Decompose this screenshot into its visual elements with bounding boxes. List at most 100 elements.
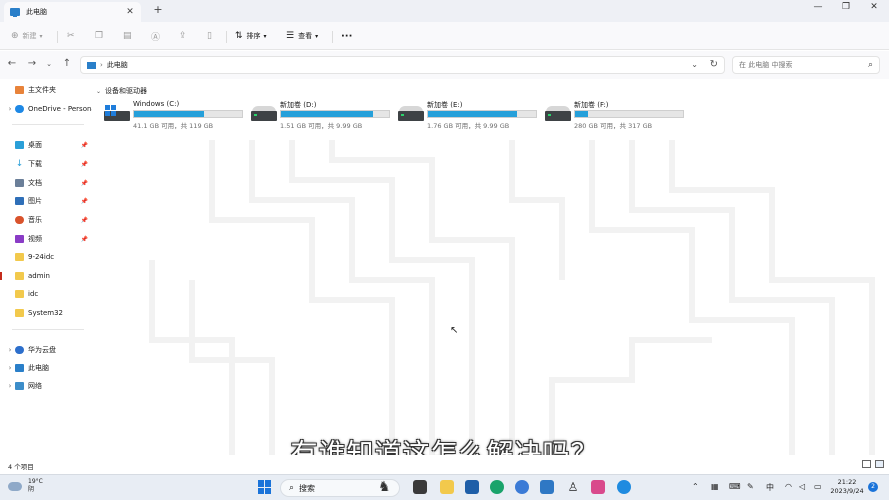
sidebar-item-9-24idc[interactable]: 9-24idc — [0, 249, 92, 265]
sidebar-item-music[interactable]: 音乐 📌 — [0, 212, 92, 228]
document-icon — [15, 179, 24, 187]
chevron-up-icon[interactable]: ⌃ — [692, 482, 699, 491]
battery-icon[interactable]: ▭ — [814, 482, 822, 491]
start-button[interactable] — [258, 480, 272, 494]
sidebar-item-network[interactable]: › 网络 — [0, 378, 92, 394]
share-button[interactable]: ⇪ — [179, 29, 191, 43]
chevron-right-icon[interactable]: › — [5, 346, 15, 354]
task-view-icon[interactable] — [413, 480, 427, 494]
new-button-label: 新建 — [22, 32, 37, 40]
pin-icon[interactable]: 📌 — [81, 198, 88, 205]
sidebar-item-this-pc[interactable]: › 此电脑 — [0, 360, 92, 376]
pin-icon[interactable]: 📌 — [81, 217, 88, 224]
divider — [226, 31, 227, 43]
browser-icon[interactable] — [515, 480, 529, 494]
notification-badge[interactable]: 2 — [868, 482, 878, 492]
volume-icon[interactable]: ◁ — [799, 482, 805, 491]
wifi-icon[interactable]: ◠ — [785, 482, 792, 491]
paste-button[interactable]: ▤ — [123, 29, 136, 43]
pin-icon[interactable]: 📌 — [81, 161, 88, 168]
chevron-right-icon[interactable]: › — [5, 364, 15, 372]
more-options-button[interactable]: ··· — [341, 29, 352, 43]
computer-icon — [15, 364, 24, 372]
clock[interactable]: 21:22 2023/9/24 — [830, 478, 864, 496]
meeting-app-icon[interactable] — [617, 480, 631, 494]
forward-button[interactable]: → — [25, 58, 39, 69]
drive-tile[interactable]: 新加卷 (D:) 1.51 GB 可用，共 9.99 GB — [251, 99, 396, 131]
chevron-right-icon[interactable]: › — [100, 61, 103, 69]
sidebar-item-label: 视频 — [28, 235, 42, 243]
tray-app-icon[interactable]: ▦ — [711, 482, 719, 491]
sidebar-item-downloads[interactable]: ↓ 下载 📌 — [0, 156, 92, 172]
close-tab-button[interactable]: ✕ — [125, 7, 135, 17]
computer-icon — [87, 61, 96, 69]
divider — [332, 31, 333, 43]
file-explorer-icon[interactable] — [440, 480, 454, 494]
refresh-button[interactable]: ↻ — [710, 59, 718, 70]
sort-icon: ⇅ — [235, 31, 243, 41]
sidebar-item-system32[interactable]: System32 — [0, 305, 92, 321]
taskbar: 19°C 阴 ⌕ 搜索 ♞ ♙ ⌃ ▦ ⌨ ✎ 中 ◠ ◁ ▭ 21:22 20… — [0, 474, 889, 500]
sidebar-item-videos[interactable]: 视频 📌 — [0, 231, 92, 247]
search-input[interactable]: 在 此电脑 中搜索 ⌕ — [732, 56, 880, 74]
sidebar-item-desktop[interactable]: 桌面 📌 — [0, 137, 92, 153]
drive-tile[interactable]: Windows (C:) 41.1 GB 可用，共 119 GB — [104, 99, 249, 131]
sidebar-item-documents[interactable]: 文档 📌 — [0, 175, 92, 191]
navigation-bar: ← → ⌄ ↑ › 此电脑 ⌄ ↻ 在 此电脑 中搜索 ⌕ — [0, 51, 889, 79]
close-window-button[interactable]: ✕ — [866, 2, 882, 12]
details-view-button[interactable] — [862, 460, 871, 468]
more-icon: ··· — [341, 30, 353, 42]
drive-space-info: 1.76 GB 可用，共 9.99 GB — [427, 122, 510, 130]
sidebar-item-huawei-cloud[interactable]: › 华为云盘 — [0, 342, 92, 358]
chevron-down-icon[interactable]: ⌄ — [96, 88, 101, 95]
sidebar-item-onedrive[interactable]: › OneDrive - Personal — [0, 101, 92, 117]
rename-button[interactable]: Ⓐ — [151, 29, 164, 43]
chevron-right-icon[interactable]: › — [5, 382, 15, 390]
navigation-pane: 主文件夹 › OneDrive - Personal 桌面 📌 ↓ 下载 📌 文… — [0, 80, 92, 455]
up-button[interactable]: ↑ — [60, 58, 74, 69]
sidebar-item-home[interactable]: 主文件夹 — [0, 82, 92, 98]
maximize-button[interactable]: ❐ — [838, 2, 854, 12]
store-icon[interactable] — [465, 480, 479, 494]
recent-locations-button[interactable]: ⌄ — [42, 60, 56, 68]
media-app-icon[interactable] — [591, 480, 605, 494]
address-bar[interactable]: › 此电脑 ⌄ ↻ — [80, 56, 725, 74]
drive-tile[interactable]: 新加卷 (F:) 280 GB 可用，共 317 GB — [545, 99, 690, 131]
sidebar-item-pictures[interactable]: 图片 📌 — [0, 193, 92, 209]
edge-icon[interactable] — [490, 480, 504, 494]
chevron-right-icon[interactable]: › — [5, 105, 15, 113]
date: 2023/9/24 — [830, 487, 864, 495]
qq-icon[interactable]: ♙ — [566, 480, 580, 494]
search-highlight-icon[interactable]: ♞ — [378, 478, 400, 496]
sort-button[interactable]: ⇅ 排序 ▾ — [235, 29, 267, 43]
sidebar-item-admin[interactable]: admin — [0, 268, 92, 284]
new-button[interactable]: ⊕ 新建 ▾ — [11, 29, 43, 43]
sidebar-item-idc[interactable]: idc — [0, 286, 92, 302]
delete-button[interactable]: ▯ — [207, 29, 216, 43]
new-tab-button[interactable]: + — [151, 3, 165, 16]
drive-tile[interactable]: 新加卷 (E:) 1.76 GB 可用，共 9.99 GB — [398, 99, 543, 131]
group-header-devices[interactable]: ⌄ 设备和驱动器 — [96, 86, 147, 96]
pin-icon[interactable]: 📌 — [81, 142, 88, 149]
cut-button[interactable]: ✂ — [67, 29, 79, 43]
tiles-view-button[interactable] — [875, 460, 884, 468]
weather-widget[interactable]: 19°C 阴 — [8, 478, 43, 494]
minimize-button[interactable]: — — [810, 2, 826, 12]
pin-icon[interactable]: 📌 — [81, 180, 88, 187]
copy-button[interactable]: ❐ — [95, 29, 107, 43]
remote-desktop-icon[interactable] — [540, 480, 554, 494]
breadcrumb[interactable]: 此电脑 — [107, 60, 128, 70]
content-area[interactable]: ⌄ 设备和驱动器 Windows (C:) 41.1 GB 可用，共 119 G… — [92, 80, 889, 455]
drive-usage-bar — [427, 110, 537, 118]
keyboard-icon[interactable]: ⌨ — [729, 482, 741, 491]
back-button[interactable]: ← — [5, 58, 19, 69]
drive-name: 新加卷 (D:) — [280, 101, 317, 109]
ime-indicator[interactable]: 中 — [766, 482, 774, 493]
chevron-down-icon: ▾ — [263, 32, 267, 40]
view-button[interactable]: ☰ 查看 ▾ — [286, 29, 318, 43]
pin-icon[interactable]: 📌 — [81, 236, 88, 243]
search-icon: ⌕ — [289, 483, 295, 493]
pen-icon[interactable]: ✎ — [747, 482, 754, 491]
tab-this-pc[interactable]: 此电脑 ✕ — [4, 2, 141, 22]
address-history-button[interactable]: ⌄ — [691, 60, 698, 69]
